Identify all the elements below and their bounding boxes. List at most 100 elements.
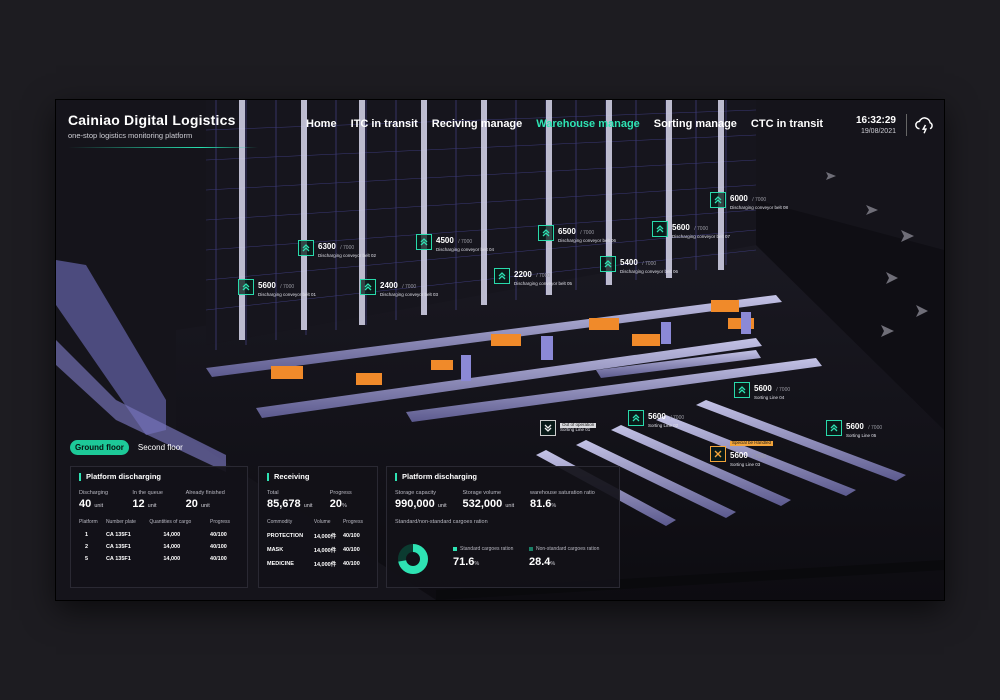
nav-warehouse-manage[interactable]: Warehouse manage	[536, 118, 640, 130]
table-cell: MASK	[267, 547, 284, 553]
callout-value: 6000	[730, 194, 748, 203]
table-cell: 14,000件	[313, 548, 337, 554]
callout-value: 2400	[380, 281, 398, 290]
second-floor-button[interactable]: Second floor	[133, 440, 188, 455]
callout-belt-07[interactable]: 5600 / 7000 Discharging conveyor belt 07	[652, 218, 730, 240]
nav-itc-in-transit[interactable]: ITC in transit	[351, 118, 418, 130]
stat-progress: Progress 20%	[330, 490, 369, 510]
standard-ratio: Standard cargoes ration 71.6%	[453, 546, 513, 568]
double-chevron-up-icon	[710, 191, 726, 208]
column-header: Quantities of cargo	[149, 519, 192, 525]
callout-capacity: / 7000	[752, 453, 767, 460]
commodity-table: Commodity Volume Progress PROTECTION 14,…	[267, 518, 369, 571]
app-subtitle: one-stop logistics monitoring platform	[68, 131, 193, 140]
nav-sorting-manage[interactable]: Sorting manage	[654, 118, 737, 130]
stat-value: 40	[79, 498, 92, 510]
double-chevron-up-icon	[494, 267, 510, 284]
callout-sorting-line-01[interactable]: Out of operation Sorting Line 01	[540, 420, 597, 436]
special-handling-tag: Special be Handled	[730, 440, 774, 446]
column-header: Number plate	[105, 519, 136, 525]
callout-belt-06b[interactable]: 5400 / 7000 Discharging conveyor belt 06	[600, 253, 678, 275]
stat-in-queue: In the queue 12 unit	[132, 490, 185, 510]
stat-value: 990,000	[395, 498, 435, 510]
double-chevron-up-icon	[298, 239, 314, 256]
stat-row: Storage capacity 990,000 unit Storage vol…	[395, 490, 611, 510]
stat-unit: unit	[303, 503, 313, 509]
callout-capacity: / 7000	[458, 239, 473, 245]
stat-total: Total 85,678 unit	[267, 490, 330, 510]
table-row[interactable]: MASK 14,000件 40/100	[267, 543, 369, 557]
callout-capacity: / 7000	[642, 261, 657, 267]
callout-capacity: / 7000	[694, 226, 709, 232]
callout-belt-02[interactable]: 6300 / 7000 Discharging conveyor belt 02	[298, 237, 376, 259]
table-cell: CA 135F1	[105, 544, 131, 550]
callout-belt-04[interactable]: 4500 / 7000 Discharging conveyor belt 04	[416, 231, 494, 253]
dashboard-screen: Cainiao Digital Logistics one-stop logis…	[56, 100, 944, 600]
nav-ctc-in-transit[interactable]: CTC in transit	[751, 118, 823, 130]
callout-sorting-line-03[interactable]: Special be Handled 5600 / 7000 Sorting Lin…	[710, 440, 774, 467]
ground-floor-button[interactable]: Ground floor	[70, 440, 129, 455]
table-cell: 14,000	[163, 532, 181, 538]
table-cell: 40/100	[210, 556, 227, 562]
header-divider	[906, 114, 907, 136]
table-row[interactable]: MEDICINE 14,000件 40/100	[267, 557, 369, 571]
table-cell: PROTECTION	[267, 533, 304, 539]
table-row[interactable]: PROTECTION 14,000件 40/100	[267, 529, 369, 543]
callout-capacity: / 7000	[868, 425, 883, 431]
stat-caption: Storage volume	[462, 490, 502, 496]
callout-sorting-line-02[interactable]: 5600 / 7000 Sorting Line 02	[628, 407, 684, 429]
callout-belt-06[interactable]: 6500 / 7000 Discharging conveyor belt 06	[538, 222, 616, 244]
callout-belt-01[interactable]: 5600 / 7000 Discharging conveyor belt 01	[238, 276, 316, 298]
callout-label: Sorting Line 02	[648, 422, 679, 428]
app-title: Cainiao Digital Logistics	[68, 112, 236, 128]
table-row[interactable]: 5 CA 135F1 14,000 40/100	[79, 553, 239, 565]
stat-unit: unit	[200, 503, 210, 509]
double-chevron-up-icon	[360, 278, 376, 295]
panel-title: Platform discharging	[79, 473, 239, 481]
table-header: Commodity Volume Progress	[267, 518, 369, 529]
nav-reciving-manage[interactable]: Reciving manage	[432, 118, 522, 130]
callout-label: Sorting Line 04	[754, 394, 785, 400]
stat-storage-volume: Storage volume 532,000 unit	[463, 490, 531, 510]
table-cell: 1	[85, 532, 89, 538]
callout-label: Sorting Line 03	[730, 461, 761, 467]
callout-value: 5400	[620, 258, 638, 267]
storage-panel: Platform discharging Storage capacity 990…	[386, 466, 620, 588]
nonstandard-ratio: Non-standard cargoes ration 28.4%	[529, 546, 599, 568]
stat-storage-capacity: Storage capacity 990,000 unit	[395, 490, 463, 510]
double-chevron-up-icon	[238, 278, 254, 295]
callout-capacity: / 7000	[340, 245, 355, 251]
stat-caption: Total	[267, 490, 279, 496]
close-x-icon	[710, 446, 726, 463]
callout-value: 5600	[258, 281, 276, 290]
callout-sorting-line-04[interactable]: 5600 / 7000 Sorting Line 04	[734, 379, 790, 401]
stat-value: 532,000	[462, 498, 503, 510]
ratio-unit: %	[550, 561, 556, 567]
callout-label: Discharging conveyor belt 05	[514, 280, 573, 286]
callout-capacity: / 7000	[776, 387, 791, 393]
cloud-lightning-icon[interactable]	[914, 114, 936, 136]
brand: Cainiao Digital Logistics one-stop logis…	[68, 112, 258, 148]
callout-belt-03[interactable]: 2400 / 7000 Discharging conveyor belt 03	[360, 276, 438, 298]
callout-label: Discharging conveyor belt 08	[730, 204, 789, 210]
stat-unit: unit	[94, 503, 104, 509]
callout-capacity: / 7000	[752, 197, 767, 203]
column-header: Progress	[342, 519, 363, 525]
callout-belt-05[interactable]: 2200 / 7000 Discharging conveyor belt 05	[494, 265, 572, 287]
callout-capacity: / 7000	[402, 284, 417, 290]
stat-caption: warehouse saturation ratio	[530, 490, 595, 496]
ratio-label: Non-standard cargoes ration	[536, 546, 600, 552]
stat-value: 81.6	[530, 498, 552, 510]
table-row[interactable]: 1 CA 135F1 14,000 40/100	[79, 529, 239, 541]
table-cell: 5	[85, 556, 89, 562]
column-header: Commodity	[267, 519, 293, 525]
stat-caption: Already finished	[185, 490, 225, 496]
stat-row: Total 85,678 unit Progress 20%	[267, 490, 369, 510]
stat-unit: %	[342, 503, 347, 509]
nav-home[interactable]: Home	[306, 118, 337, 130]
callout-belt-08[interactable]: 6000 / 7000 Discharging conveyor belt 08	[710, 189, 788, 211]
table-cell: 40/100	[342, 561, 360, 567]
table-row[interactable]: 2 CA 135F1 14,000 40/100	[79, 541, 239, 553]
callout-sorting-line-05[interactable]: 5600 / 7000 Sorting Line 05	[826, 417, 882, 439]
stat-discharging: Discharging 40 unit	[79, 490, 132, 510]
